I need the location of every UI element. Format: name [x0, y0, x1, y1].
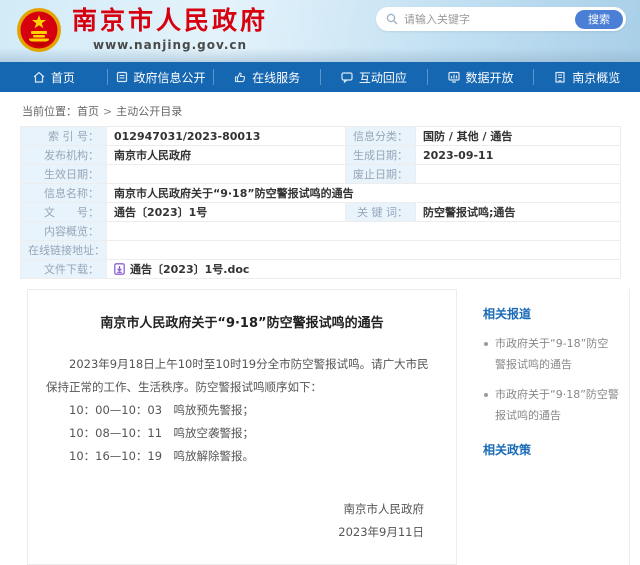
- search-button[interactable]: 搜索: [575, 10, 623, 29]
- schedule-line: 10：16—10：19 鸣放解除警报。: [46, 445, 438, 468]
- schedule-line: 10：08—10：11 鸣放空袭警报；: [46, 422, 438, 445]
- created-date-label: 生成日期：: [346, 146, 416, 165]
- table-row: 文 号： 通告〔2023〕1号 关 键 词： 防空警报试鸣;通告: [21, 203, 621, 222]
- search-bar: 搜索: [376, 7, 626, 31]
- site-url: www.nanjing.gov.cn: [72, 38, 268, 52]
- overview-label: 内容概览：: [21, 222, 107, 241]
- home-icon: [32, 70, 46, 84]
- signature-org: 南京市人民政府: [46, 498, 424, 521]
- search-icon: [386, 13, 398, 25]
- table-row: 索 引 号： 012947031/2023-80013 信息分类： 国防 / 其…: [21, 127, 621, 146]
- article-paragraph: 2023年9月18日上午10时至10时19分全市防空警报试鸣。请广大市民保持正常…: [46, 353, 438, 399]
- nav-item-online-service[interactable]: 在线服务: [213, 62, 320, 92]
- table-row: 内容概览：: [21, 222, 621, 241]
- keywords-value: 防空警报试鸣;通告: [416, 203, 621, 222]
- breadcrumb-current: 主动公开目录: [116, 105, 182, 118]
- category-value: 国防 / 其他 / 通告: [416, 127, 621, 146]
- city-overview-icon: [553, 70, 567, 84]
- online-link-label: 在线链接地址：: [21, 241, 107, 260]
- breadcrumb-separator: >: [103, 105, 112, 118]
- nav-label: 在线服务: [252, 69, 300, 86]
- publisher-value: 南京市人民政府: [107, 146, 346, 165]
- related-policies-heading: 相关政策: [483, 441, 619, 458]
- table-row: 信息名称： 南京市人民政府关于“9·18”防空警报试鸣的通告: [21, 184, 621, 203]
- nav-item-home[interactable]: 首页: [0, 62, 107, 92]
- table-row: 文件下载： 通告〔2023〕1号.doc: [21, 260, 621, 279]
- nav-item-city-overview[interactable]: 南京概览: [533, 62, 640, 92]
- site-banner: 南京市人民政府 www.nanjing.gov.cn 搜索: [0, 0, 640, 62]
- effective-date-value: [107, 165, 346, 184]
- online-link-value: [107, 241, 621, 260]
- index-no-value: 012947031/2023-80013: [107, 127, 346, 146]
- article-title: 南京市人民政府关于“9·18”防空警报试鸣的通告: [46, 312, 438, 331]
- breadcrumb-home-link[interactable]: 首页: [77, 105, 99, 118]
- nav-label: 互动回应: [359, 69, 407, 86]
- signature-date: 2023年9月11日: [46, 521, 424, 544]
- publisher-label: 发布机构：: [21, 146, 107, 165]
- signature-block: 南京市人民政府 2023年9月11日: [46, 498, 438, 544]
- table-row: 在线链接地址：: [21, 241, 621, 260]
- info-name-value: 南京市人民政府关于“9·18”防空警报试鸣的通告: [107, 184, 621, 203]
- effective-date-label: 生效日期：: [21, 165, 107, 184]
- table-row: 生效日期： 废止日期：: [21, 165, 621, 184]
- online-service-icon: [233, 70, 247, 84]
- table-row: 发布机构： 南京市人民政府 生成日期： 2023-09-11: [21, 146, 621, 165]
- national-emblem-logo: [16, 7, 62, 53]
- doc-no-value: 通告〔2023〕1号: [107, 203, 346, 222]
- nav-item-interaction[interactable]: 互动回应: [320, 62, 427, 92]
- interaction-icon: [340, 70, 354, 84]
- repeal-date-label: 废止日期：: [346, 165, 416, 184]
- info-disclosure-icon: [115, 70, 129, 84]
- nav-label: 政府信息公开: [134, 69, 206, 86]
- created-date-value: 2023-09-11: [416, 146, 621, 165]
- related-reports-list: 市政府关于“9-18”防空警报试鸣的通告 市政府关于“9·18”防空警报试鸣的通…: [483, 334, 619, 427]
- related-reports-heading: 相关报道: [483, 305, 619, 322]
- document-meta-table: 索 引 号： 012947031/2023-80013 信息分类： 国防 / 其…: [20, 126, 621, 279]
- category-label: 信息分类：: [346, 127, 416, 146]
- download-file-link[interactable]: 通告〔2023〕1号.doc: [130, 263, 249, 276]
- index-no-label: 索 引 号：: [21, 127, 107, 146]
- repeal-date-value: [416, 165, 621, 184]
- nav-label: 南京概览: [572, 69, 620, 86]
- info-name-label: 信息名称：: [21, 184, 107, 203]
- breadcrumb-prefix: 当前位置：: [22, 105, 77, 118]
- schedule-line: 10：00—10：03 鸣放预先警报；: [46, 399, 438, 422]
- nav-label: 数据开放: [466, 69, 514, 86]
- related-sidebar: 相关报道 市政府关于“9-18”防空警报试鸣的通告 市政府关于“9·18”防空警…: [469, 289, 630, 565]
- doc-no-label: 文 号：: [21, 203, 107, 222]
- download-icon: [114, 263, 125, 275]
- related-report-link[interactable]: 市政府关于“9·18”防空警报试鸣的通告: [483, 385, 619, 427]
- search-input[interactable]: [404, 13, 575, 26]
- keywords-label: 关 键 词：: [346, 203, 416, 222]
- nav-item-data-open[interactable]: 数据开放: [427, 62, 534, 92]
- related-report-link[interactable]: 市政府关于“9-18”防空警报试鸣的通告: [483, 334, 619, 376]
- nav-label: 首页: [51, 69, 75, 86]
- main-nav: 首页 政府信息公开 在线服务 互动回应 数据开放: [0, 62, 640, 92]
- article-body: 南京市人民政府关于“9·18”防空警报试鸣的通告 2023年9月18日上午10时…: [27, 289, 457, 565]
- file-download-label: 文件下载：: [21, 260, 107, 279]
- overview-value: [107, 222, 621, 241]
- breadcrumb: 当前位置：首页 > 主动公开目录: [22, 103, 640, 119]
- nav-item-info-disclosure[interactable]: 政府信息公开: [107, 62, 214, 92]
- data-open-icon: [447, 70, 461, 84]
- site-title: 南京市人民政府: [72, 7, 268, 36]
